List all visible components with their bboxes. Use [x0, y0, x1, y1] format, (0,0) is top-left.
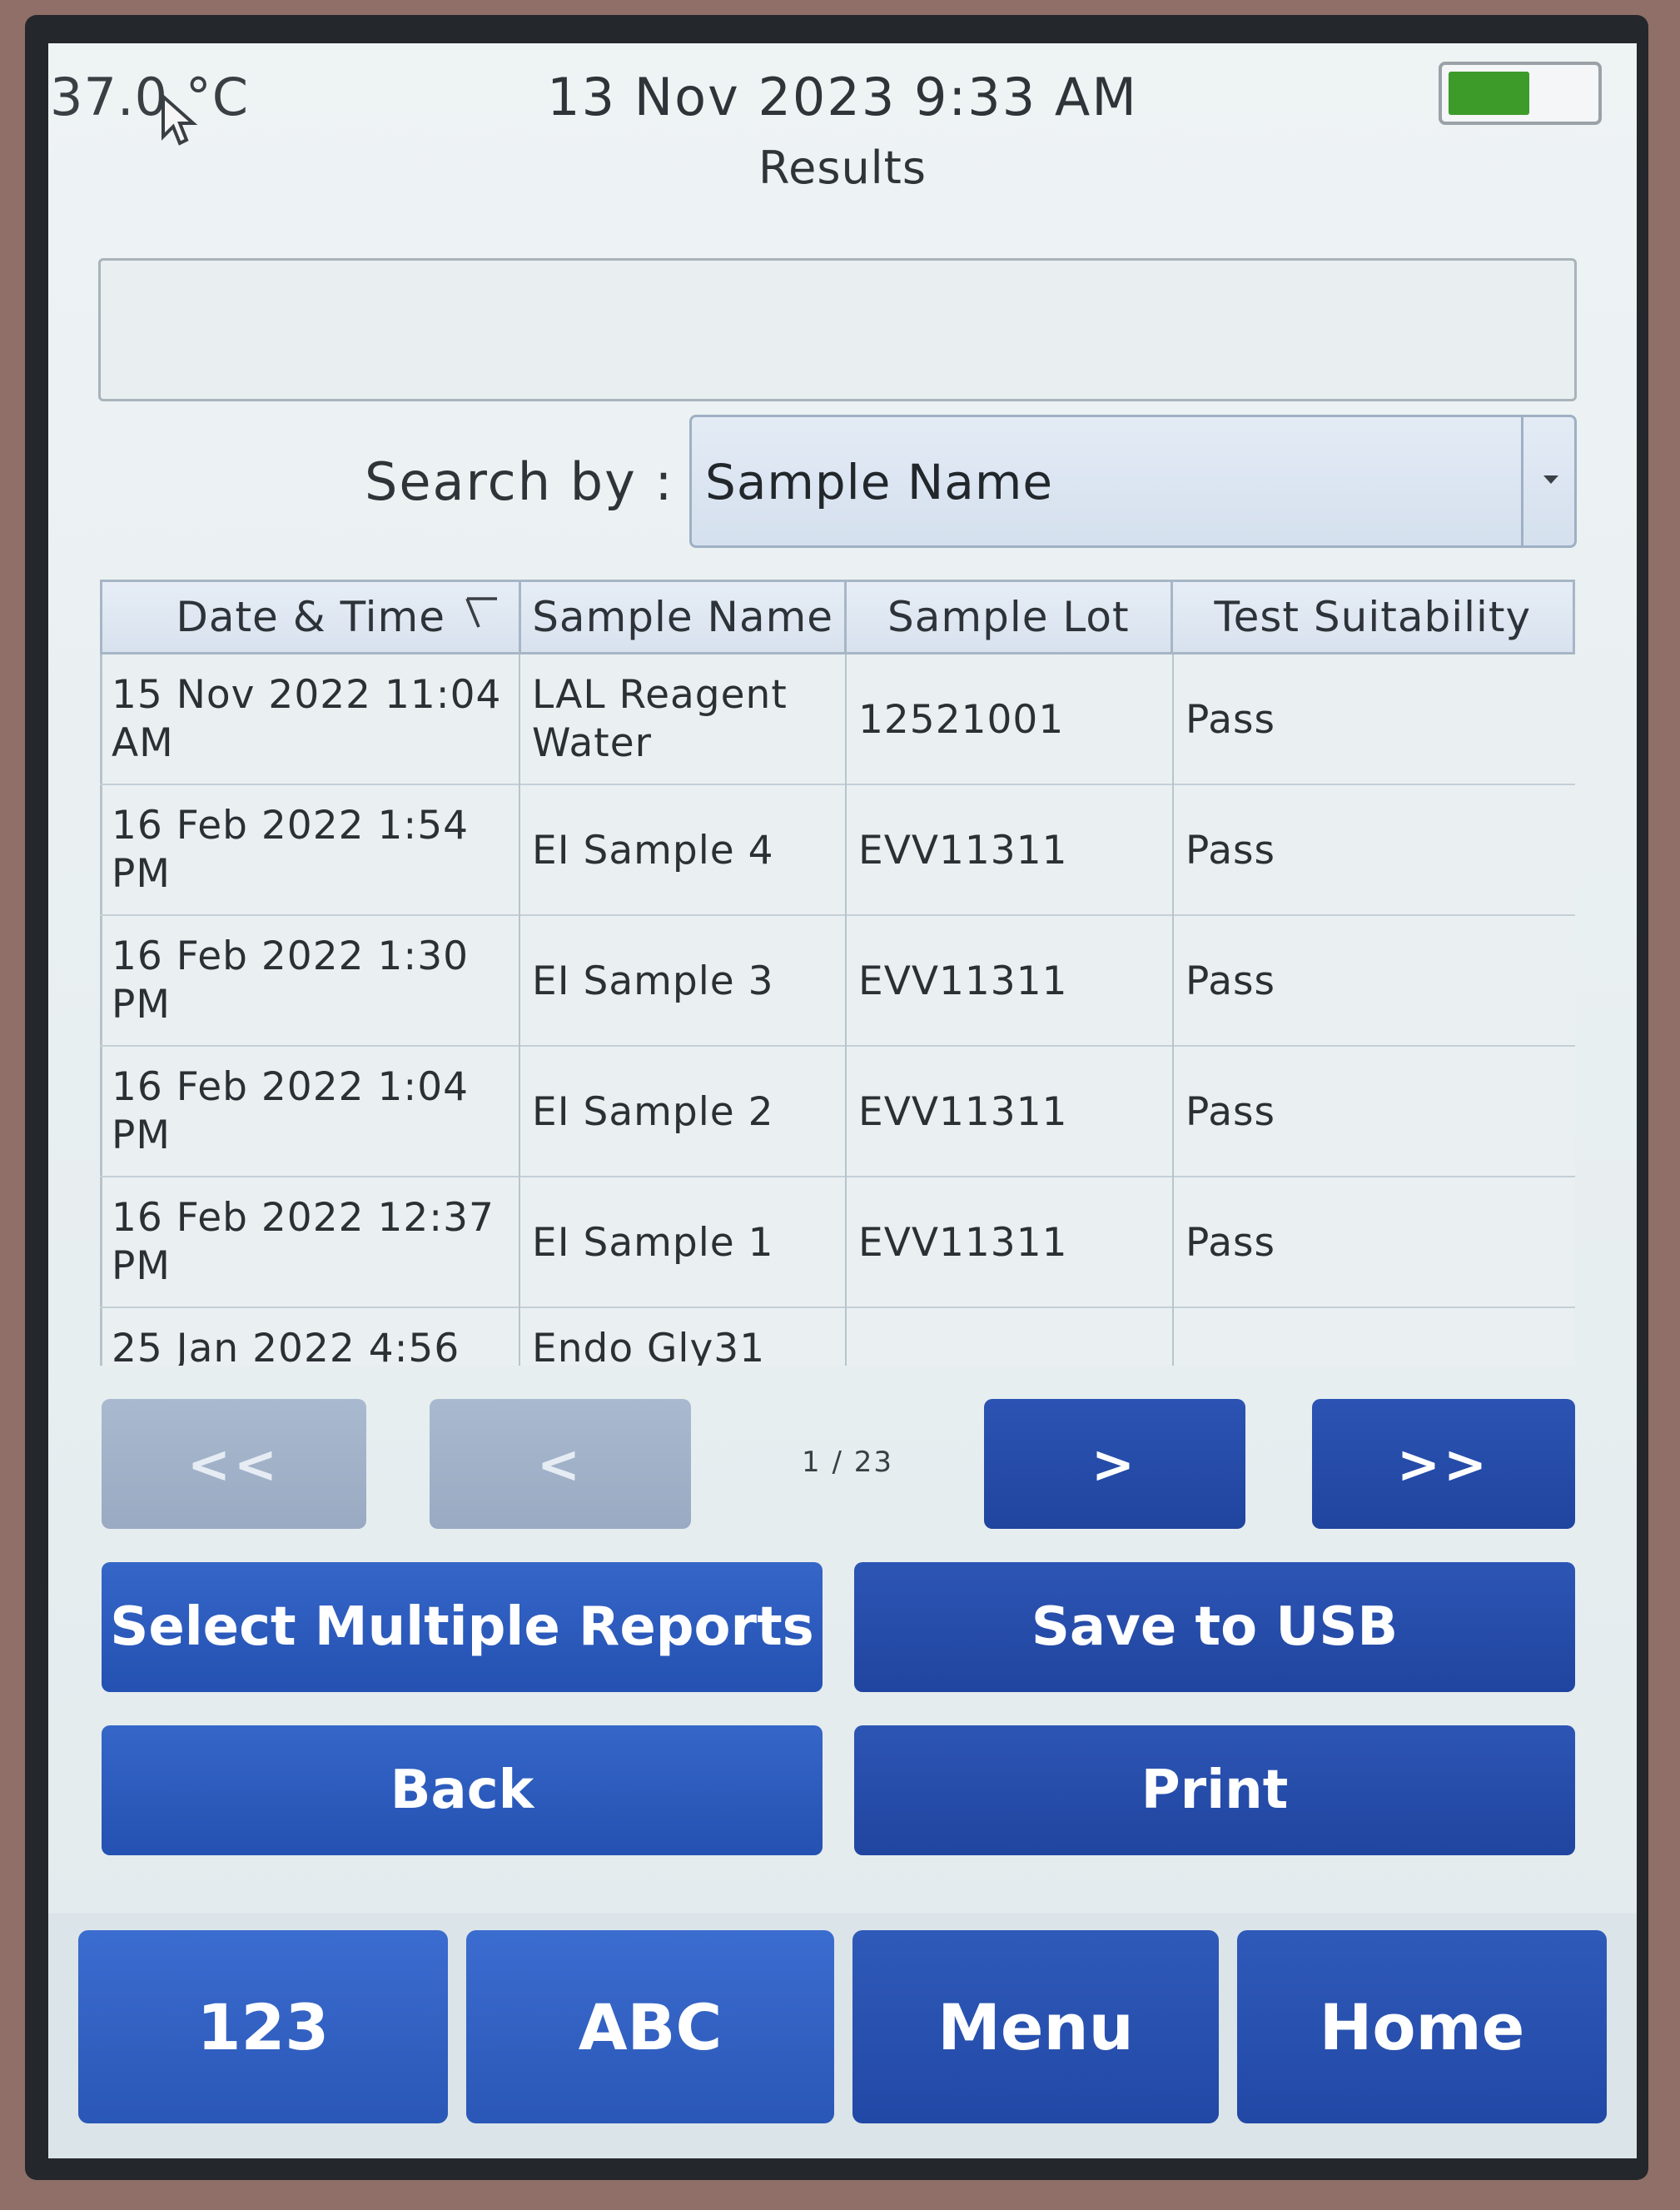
- cell-datetime: 15 Nov 2022 11:04 AM: [100, 655, 520, 785]
- menu-button[interactable]: Menu: [852, 1930, 1219, 2123]
- cell-sample-lot: EVV11311: [847, 785, 1174, 916]
- search-input[interactable]: [98, 258, 1577, 401]
- table-row[interactable]: 16 Feb 2022 1:30 PM EI Sample 3 EVV11311…: [100, 916, 1575, 1047]
- cell-sample-lot: EVV11311: [847, 916, 1174, 1047]
- search-by-label: Search by :: [365, 451, 674, 512]
- cell-datetime: 16 Feb 2022 1:04 PM: [100, 1047, 520, 1177]
- sort-icon: [465, 597, 498, 628]
- cell-sample-name: EI Sample 2: [520, 1047, 847, 1177]
- first-page-button[interactable]: <<: [102, 1399, 366, 1529]
- home-button[interactable]: Home: [1237, 1930, 1607, 2123]
- cell-datetime: 16 Feb 2022 12:37 PM: [100, 1177, 520, 1308]
- table-row[interactable]: 16 Feb 2022 12:37 PM EI Sample 1 EVV1131…: [100, 1177, 1575, 1308]
- cell-sample-lot: 12521001: [847, 655, 1174, 785]
- last-page-button[interactable]: >>: [1312, 1399, 1575, 1529]
- save-to-usb-button[interactable]: Save to USB: [854, 1562, 1575, 1692]
- results-table: Date & Time Sample Name Sample Lot Test …: [100, 580, 1575, 1366]
- touch-screen: 37.0 °C 13 Nov 2023 9:33 AM Results Sear…: [48, 43, 1637, 2158]
- chevron-down-icon[interactable]: [1521, 417, 1574, 545]
- cell-suitability: Pass: [1185, 958, 1276, 1004]
- alpha-keyboard-button[interactable]: ABC: [466, 1930, 834, 2123]
- cell-datetime: 16 Feb 2022 1:54 PM: [100, 785, 520, 916]
- cell-suitability: [1174, 1308, 1575, 1366]
- numeric-keyboard-button[interactable]: 123: [78, 1930, 448, 2123]
- next-page-button[interactable]: >: [984, 1399, 1245, 1529]
- table-row[interactable]: 15 Nov 2022 11:04 AM LAL Reagent Water 1…: [100, 655, 1575, 785]
- table-row[interactable]: 16 Feb 2022 1:04 PM EI Sample 2 EVV11311…: [100, 1047, 1575, 1177]
- previous-page-button[interactable]: <: [430, 1399, 691, 1529]
- cell-sample-lot: EVV11311: [847, 1047, 1174, 1177]
- cell-suitability: Pass: [1185, 1088, 1276, 1135]
- cell-sample-name: EI Sample 1: [520, 1177, 847, 1308]
- status-datetime: 13 Nov 2023 9:33 AM: [547, 67, 1138, 127]
- table-row[interactable]: 16 Feb 2022 1:54 PM EI Sample 4 EVV11311…: [100, 785, 1575, 916]
- table-header: Date & Time Sample Name Sample Lot Test …: [100, 580, 1575, 655]
- column-header-date-time[interactable]: Date & Time: [102, 582, 522, 652]
- page-title: Results: [758, 142, 927, 194]
- column-header-sample-name[interactable]: Sample Name: [521, 582, 847, 652]
- column-header-sample-lot[interactable]: Sample Lot: [847, 582, 1173, 652]
- back-button[interactable]: Back: [102, 1725, 823, 1855]
- table-row[interactable]: 25 Jan 2022 4:56 Endo Gly31: [100, 1308, 1575, 1366]
- cell-sample-name: EI Sample 4: [520, 785, 847, 916]
- search-by-dropdown[interactable]: Sample Name: [689, 415, 1577, 548]
- cell-sample-name: EI Sample 3: [520, 916, 847, 1047]
- cell-sample-name: LAL Reagent Water: [520, 655, 847, 785]
- select-multiple-reports-button[interactable]: Select Multiple Reports: [102, 1562, 823, 1692]
- cell-suitability: Pass: [1185, 1219, 1276, 1266]
- column-header-test-suitability[interactable]: Test Suitability: [1173, 582, 1573, 652]
- page-indicator: 1 / 23: [802, 1446, 893, 1479]
- cell-sample-lot: [847, 1308, 1174, 1366]
- cell-datetime: 25 Jan 2022 4:56: [100, 1308, 520, 1366]
- cell-suitability: Pass: [1185, 827, 1276, 874]
- cell-datetime: 16 Feb 2022 1:30 PM: [100, 916, 520, 1047]
- print-button[interactable]: Print: [854, 1725, 1575, 1855]
- cell-sample-lot: EVV11311: [847, 1177, 1174, 1308]
- search-by-selected-value: Sample Name: [705, 454, 1054, 510]
- cell-suitability: Pass: [1185, 696, 1276, 743]
- cell-sample-name: Endo Gly31: [520, 1308, 847, 1366]
- battery-icon: [1439, 62, 1602, 125]
